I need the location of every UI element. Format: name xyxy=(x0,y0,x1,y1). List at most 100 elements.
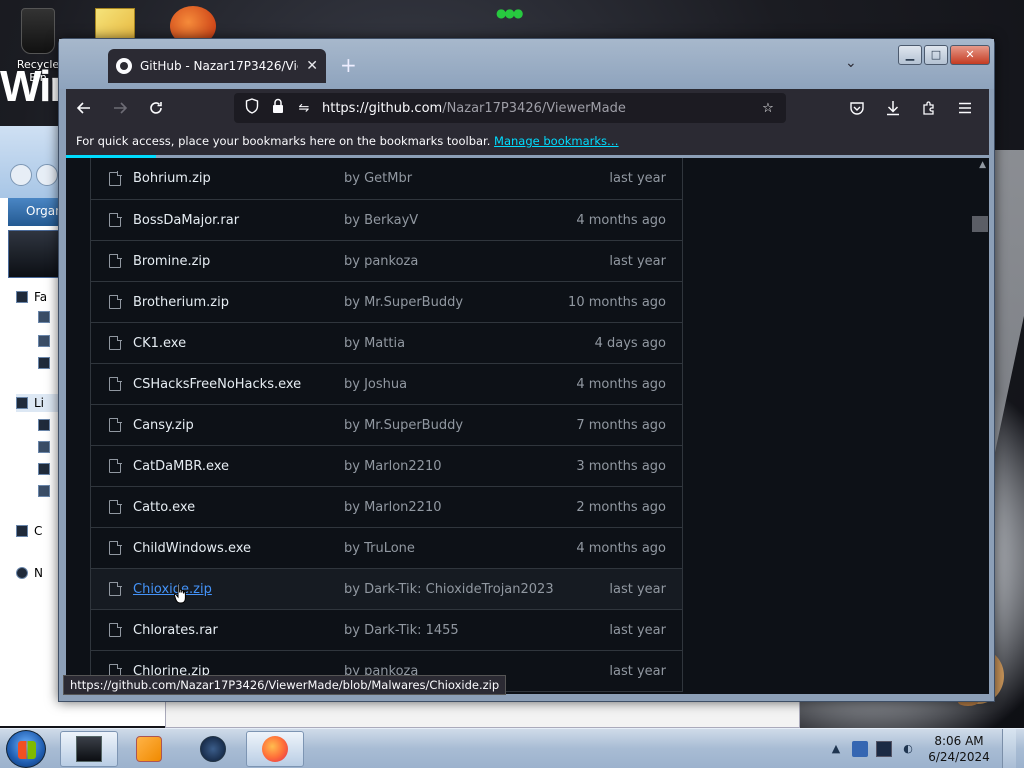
commit-age: last year xyxy=(609,622,666,638)
media-player-icon xyxy=(136,736,162,762)
clock[interactable]: 8:06 AM 6/24/2024 xyxy=(924,733,994,765)
commit-message-link[interactable]: by Mattia xyxy=(344,336,556,351)
commit-message-link[interactable]: by Marlon2210 xyxy=(344,500,556,515)
firefox-window[interactable]: GitHub - Nazar17P3426/ViewerMade ✕ + ⌄ ▁… xyxy=(58,38,995,702)
file-name-link[interactable]: Bromine.zip xyxy=(133,254,344,269)
new-tab-button[interactable]: + xyxy=(340,53,357,77)
downloads-button[interactable] xyxy=(875,90,911,126)
tab-close-button[interactable]: ✕ xyxy=(306,58,318,74)
show-hidden-icons-arrow-icon[interactable]: ▲ xyxy=(828,741,844,757)
file-name-link[interactable]: Bohrium.zip xyxy=(133,171,344,186)
music-icon xyxy=(38,441,50,453)
reload-button[interactable] xyxy=(138,90,174,126)
close-window-button[interactable]: ✕ xyxy=(950,45,990,65)
commit-message-link[interactable]: by Dark-Tik: ChioxideTrojan2023 xyxy=(344,582,556,597)
tree-item-sub[interactable] xyxy=(38,416,50,434)
file-name-link[interactable]: Chioxide.zip xyxy=(133,582,344,597)
title-bar[interactable]: GitHub - Nazar17P3426/ViewerMade ✕ + ⌄ ▁… xyxy=(59,39,994,89)
file-row[interactable]: Brotherium.zip by Mr.SuperBuddy 10 months … xyxy=(91,281,682,322)
lock-icon[interactable] xyxy=(270,98,286,118)
tree-item-sub[interactable] xyxy=(38,332,50,350)
firefox-icon xyxy=(262,736,288,762)
file-icon xyxy=(109,253,122,268)
file-name-link[interactable]: CatDaMBR.exe xyxy=(133,459,344,474)
taskbar-media-player-button[interactable] xyxy=(120,731,178,767)
file-row[interactable]: Bohrium.zip by GetMbr last year xyxy=(91,158,682,199)
tree-item-sub[interactable] xyxy=(38,308,50,326)
file-name-link[interactable]: Catto.exe xyxy=(133,500,344,515)
file-row[interactable]: Cansy.zip by Mr.SuperBuddy 7 months ago xyxy=(91,404,682,445)
extensions-button[interactable] xyxy=(911,90,947,126)
taskbar-explorer-button[interactable] xyxy=(60,731,118,767)
vertical-scrollbar[interactable]: ▲ xyxy=(972,158,989,694)
commit-message-link[interactable]: by GetMbr xyxy=(344,171,556,186)
taskbar-firefox-button[interactable] xyxy=(246,731,304,767)
file-name-link[interactable]: Cansy.zip xyxy=(133,418,344,433)
file-row[interactable]: CSHacksFreeNoHacks.exe by Joshua 4 months … xyxy=(91,363,682,404)
computer-icon xyxy=(16,525,28,537)
windows-logo-icon xyxy=(18,741,36,759)
pocket-button[interactable] xyxy=(839,90,875,126)
commit-message-link[interactable]: by Mr.SuperBuddy xyxy=(344,418,556,433)
file-icon xyxy=(109,540,122,555)
volume-icon[interactable]: ◐ xyxy=(900,741,916,757)
file-row[interactable]: CK1.exe by Mattia 4 days ago xyxy=(91,322,682,363)
file-row[interactable]: Catto.exe by Marlon2210 2 months ago xyxy=(91,486,682,527)
file-name-link[interactable]: Chlorates.rar xyxy=(133,623,344,638)
manage-bookmarks-link[interactable]: Manage bookmarks… xyxy=(494,134,619,148)
tree-item-network[interactable]: N xyxy=(16,564,43,582)
tree-item-sub[interactable] xyxy=(38,438,50,456)
commit-message-link[interactable]: by BerkayV xyxy=(344,213,556,228)
commit-message-link[interactable]: by Dark-Tik: 1455 xyxy=(344,623,556,638)
file-row[interactable]: Bromine.zip by pankoza last year xyxy=(91,240,682,281)
file-row[interactable]: CatDaMBR.exe by Marlon2210 3 months ago xyxy=(91,445,682,486)
network-monitor-icon[interactable] xyxy=(876,741,892,757)
tracking-protection-shield-icon[interactable] xyxy=(244,98,260,118)
file-name-link[interactable]: CSHacksFreeNoHacks.exe xyxy=(133,377,344,392)
background-window-strip xyxy=(165,700,800,728)
url-text[interactable]: https://github.com/Nazar17P3426/ViewerMa… xyxy=(322,101,750,116)
tab-github[interactable]: GitHub - Nazar17P3426/ViewerMade ✕ xyxy=(108,49,326,83)
commit-message-link[interactable]: by Joshua xyxy=(344,377,556,392)
taskbar-app-button[interactable] xyxy=(184,731,242,767)
tree-item-sub[interactable] xyxy=(38,482,50,500)
forward-button[interactable] xyxy=(102,90,138,126)
file-name-link[interactable]: Brotherium.zip xyxy=(133,295,344,310)
scroll-up-arrow-icon[interactable]: ▲ xyxy=(979,160,986,170)
folder-icon xyxy=(16,291,28,303)
action-center-flag-icon[interactable] xyxy=(852,741,868,757)
recycle-bin-icon xyxy=(21,8,55,54)
bookmark-star-icon[interactable]: ☆ xyxy=(760,101,776,116)
back-arrow-icon xyxy=(76,102,90,114)
file-name-link[interactable]: CK1.exe xyxy=(133,336,344,351)
tree-item-sub[interactable] xyxy=(38,354,50,372)
file-row[interactable]: ChildWindows.exe by TruLone 4 months ago xyxy=(91,527,682,568)
list-all-tabs-chevron-icon[interactable]: ⌄ xyxy=(845,55,857,71)
commit-message-link[interactable]: by Mr.SuperBuddy xyxy=(344,295,556,310)
explorer-back-button[interactable] xyxy=(10,164,32,186)
explorer-forward-button[interactable] xyxy=(36,164,58,186)
tree-item-label: C xyxy=(34,524,43,538)
page-content: Bohrium.zip by GetMbr last year BossDaMajor… xyxy=(66,158,989,694)
tree-item-computer[interactable]: C xyxy=(16,522,42,540)
back-button[interactable] xyxy=(66,90,102,126)
url-bar[interactable]: ⇋ https://github.com/Nazar17P3426/Viewer… xyxy=(234,93,786,123)
file-row[interactable]: BossDaMajor.rar by BerkayV 4 months ago xyxy=(91,199,682,240)
scrollbar-thumb[interactable] xyxy=(972,216,988,232)
commit-message-link[interactable]: by Marlon2210 xyxy=(344,459,556,474)
download-icon xyxy=(887,101,899,116)
commit-message-link[interactable]: by TruLone xyxy=(344,541,556,556)
file-row[interactable]: Chlorates.rar by Dark-Tik: 1455 last year xyxy=(91,609,682,650)
file-name-link[interactable]: BossDaMajor.rar xyxy=(133,213,344,228)
tree-item-favorites[interactable]: Fa xyxy=(16,288,47,306)
maximize-button[interactable]: □ xyxy=(924,45,948,65)
show-desktop-button[interactable] xyxy=(1002,729,1016,768)
downloads-icon xyxy=(38,335,50,347)
start-button[interactable] xyxy=(6,730,46,768)
permissions-sliders-icon[interactable]: ⇋ xyxy=(296,101,312,116)
minimize-button[interactable]: ▁ xyxy=(898,45,922,65)
file-name-link[interactable]: ChildWindows.exe xyxy=(133,541,344,556)
commit-message-link[interactable]: by pankoza xyxy=(344,254,556,269)
app-menu-button[interactable] xyxy=(947,90,983,126)
tree-item-sub[interactable] xyxy=(38,460,50,478)
